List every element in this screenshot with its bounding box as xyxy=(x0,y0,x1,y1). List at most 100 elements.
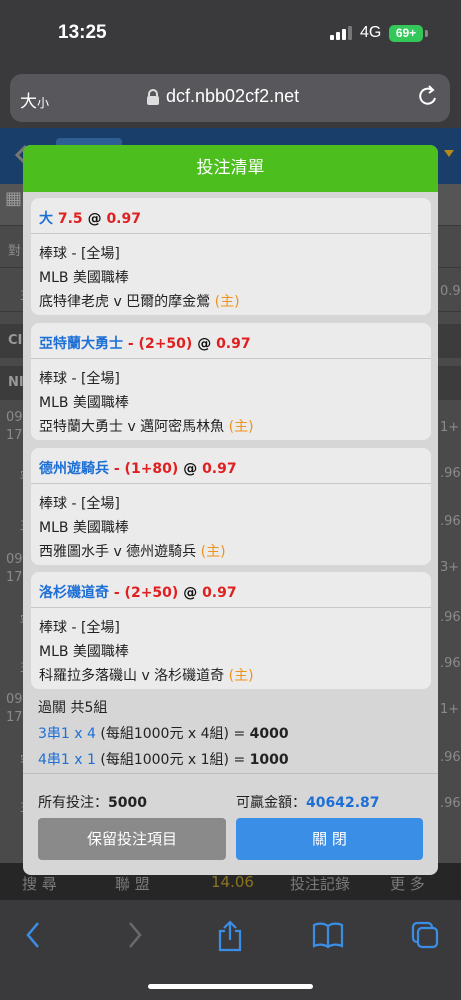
network-type: 4G xyxy=(360,24,382,41)
bookmarks-icon[interactable] xyxy=(312,920,344,950)
bet-card: 德州遊騎兵 - (1+80) @ 0.97 棒球 - [全場] MLB 美國職棒… xyxy=(31,448,431,565)
parlay-detail: (每組1000元 x 4組) = xyxy=(100,726,246,742)
bg-row-value: 1+ xyxy=(440,420,460,435)
bg-row-value: 1+ xyxy=(440,702,460,717)
bet-card: 亞特蘭大勇士 - (2+50) @ 0.97 棒球 - [全場] MLB 美國職… xyxy=(31,323,431,440)
url-text: dcf.nbb02cf2.net xyxy=(166,86,300,106)
parlay-combo: 3串1 x 4 xyxy=(38,726,96,742)
bet-sport: 棒球 - [全場] xyxy=(39,620,120,636)
bet-card: 洛杉磯道奇 - (2+50) @ 0.97 棒球 - [全場] MLB 美國職棒… xyxy=(31,572,431,689)
keep-bets-button[interactable]: 保留投注項目 xyxy=(38,818,226,860)
modal-title: 投注清單 xyxy=(23,145,438,192)
cellular-signal-icon xyxy=(330,26,352,40)
home-tag: (主) xyxy=(228,668,254,684)
bg-calendar-icon: ▦ xyxy=(5,188,23,209)
bet-card: 大 7.5 @ 0.97 棒球 - [全場] MLB 美國職棒 底特律老虎 v … xyxy=(31,198,431,315)
bet-league: MLB 美國職棒 xyxy=(39,270,129,286)
potential-win-value: 40642.87 xyxy=(306,795,380,811)
bg-row-value: .96 xyxy=(440,610,461,625)
bg-row-value: .96 xyxy=(440,466,461,481)
bet-handicap: - (1+80) xyxy=(113,461,179,477)
divider xyxy=(31,483,431,484)
parlay-detail: (每組1000元 x 1組) = xyxy=(100,752,246,768)
bet-selection: 亞特蘭大勇士 xyxy=(39,336,123,352)
bg-row-value: .96 xyxy=(440,796,461,811)
text-size-button[interactable]: 大小 xyxy=(20,87,49,112)
bet-sport: 棒球 - [全場] xyxy=(39,496,120,512)
bg-row-label: 09 xyxy=(6,552,23,567)
address-bar[interactable]: 大小 dcf.nbb02cf2.net xyxy=(10,74,450,122)
total-stake: 所有投注：5000 xyxy=(38,795,147,811)
bet-odds: 0.97 xyxy=(202,585,237,601)
bet-title: 大 7.5 @ 0.97 xyxy=(39,208,141,228)
bet-odds: 0.97 xyxy=(216,336,251,352)
bg-row-label: 17 xyxy=(6,428,23,443)
parlay-row: 3串1 x 4 (每組1000元 x 4組) = 4000 xyxy=(38,723,289,743)
share-icon[interactable] xyxy=(216,920,244,952)
bg-row-label: 09 xyxy=(6,692,23,707)
bg-tab-more: 更 多 xyxy=(390,875,425,893)
home-tag: (主) xyxy=(200,544,226,560)
bg-row-value: .96 xyxy=(440,750,461,765)
bg-league-header: CI xyxy=(8,333,23,348)
bet-matchup: 底特律老虎 v 巴爾的摩金鶯 (主) xyxy=(39,294,240,310)
bet-handicap: - (2+50) xyxy=(113,585,179,601)
bg-row-label: 09 xyxy=(6,410,23,425)
bg-league-header: NI xyxy=(8,375,24,390)
divider xyxy=(31,358,431,359)
bet-selection: 德州遊騎兵 xyxy=(39,461,109,477)
status-time: 13:25 xyxy=(58,22,107,43)
divider xyxy=(31,233,431,234)
lock-icon xyxy=(147,89,159,105)
total-stake-value: 5000 xyxy=(108,795,147,811)
bet-at: @ xyxy=(183,585,198,601)
bet-at: @ xyxy=(87,211,102,227)
bet-handicap: 7.5 xyxy=(57,211,83,227)
home-indicator xyxy=(148,984,313,989)
browser-toolbar xyxy=(0,900,461,1000)
bg-row-value: 3+ xyxy=(440,560,460,575)
close-button[interactable]: 關 閉 xyxy=(236,818,423,860)
bet-selection: 大 xyxy=(39,211,53,227)
bg-row-value: 0.97 xyxy=(440,284,461,299)
bg-tab-records: 投注記錄 xyxy=(290,875,351,893)
battery-tip xyxy=(425,30,428,37)
bet-matchup: 西雅圖水手 v 德州遊騎兵 (主) xyxy=(39,544,226,560)
parlay-row: 4串1 x 1 (每組1000元 x 1組) = 1000 xyxy=(38,749,289,769)
parlay-amount: 4000 xyxy=(249,726,289,742)
tabs-icon[interactable] xyxy=(410,920,440,950)
divider xyxy=(31,607,431,608)
bet-at: @ xyxy=(197,336,212,352)
bet-title: 亞特蘭大勇士 - (2+50) @ 0.97 xyxy=(39,333,251,353)
bet-handicap: - (2+50) xyxy=(127,336,193,352)
bet-matchup: 亞特蘭大勇士 v 邁阿密馬林魚 (主) xyxy=(39,419,254,435)
bet-odds: 0.97 xyxy=(202,461,237,477)
back-icon[interactable] xyxy=(24,920,42,950)
bet-selection: 洛杉磯道奇 xyxy=(39,585,109,601)
browser-address-area: 大小 dcf.nbb02cf2.net xyxy=(0,66,461,128)
status-bar: 13:25 4G 69+ xyxy=(0,0,461,66)
bg-tab-league: 聯 盟 xyxy=(115,875,150,893)
bet-odds: 0.97 xyxy=(106,211,141,227)
battery-icon: 69+ xyxy=(389,25,423,42)
parlay-combo: 4串1 x 1 xyxy=(38,752,96,768)
bg-tab-balance: 14.06 xyxy=(211,873,254,891)
chevron-down-icon xyxy=(444,150,454,157)
bet-slip-modal: 投注清單 大 7.5 @ 0.97 棒球 - [全場] MLB 美國職棒 底特律… xyxy=(23,145,438,875)
bet-title: 德州遊騎兵 - (1+80) @ 0.97 xyxy=(39,458,237,478)
bet-title: 洛杉磯道奇 - (2+50) @ 0.97 xyxy=(39,582,237,602)
bet-league: MLB 美國職棒 xyxy=(39,644,129,660)
parlay-amount: 1000 xyxy=(249,752,289,768)
forward-icon[interactable] xyxy=(126,920,144,950)
bg-row-value: .96 xyxy=(440,656,461,671)
potential-win: 可贏金額：40642.87 xyxy=(236,795,380,811)
bet-at: @ xyxy=(183,461,198,477)
bet-matchup: 科羅拉多落磯山 v 洛杉磯道奇 (主) xyxy=(39,668,254,684)
bg-tab-search: 搜 尋 xyxy=(22,875,57,893)
bet-sport: 棒球 - [全場] xyxy=(39,371,120,387)
divider xyxy=(23,773,438,774)
bg-row-label: 17 xyxy=(6,710,23,725)
reload-icon[interactable] xyxy=(416,84,440,110)
bet-league: MLB 美國職棒 xyxy=(39,520,129,536)
bg-row-value: .96 xyxy=(440,514,461,529)
